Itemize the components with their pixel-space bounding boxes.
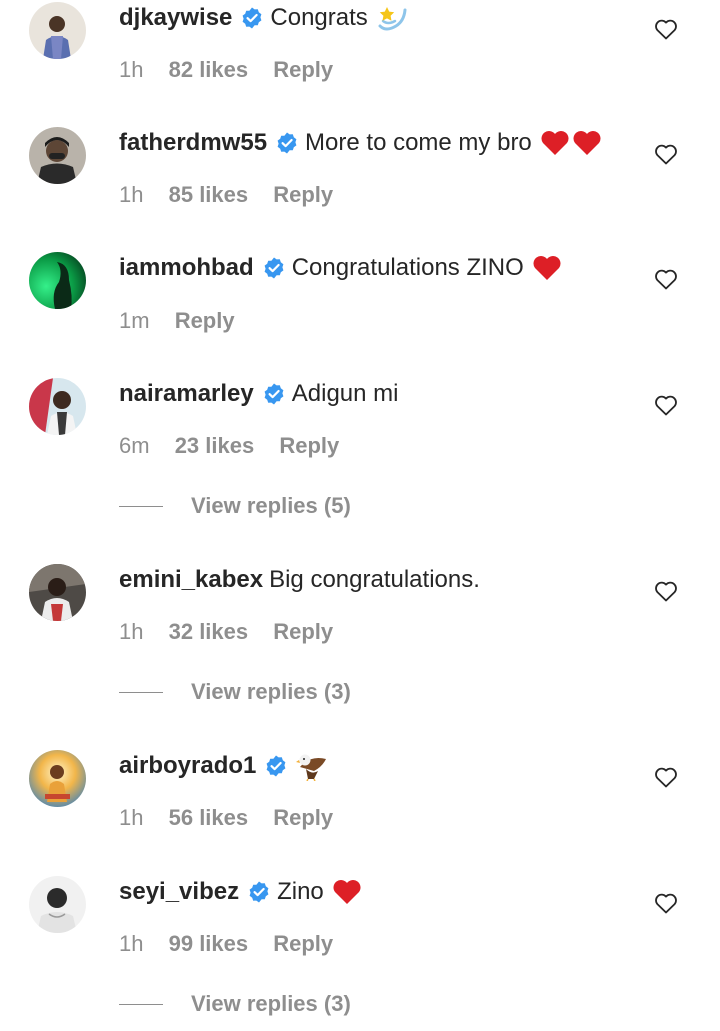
comment-time: 1h <box>119 57 144 82</box>
comment-time: 1h <box>119 619 144 644</box>
verified-badge-icon <box>275 131 299 155</box>
username[interactable]: nairamarley <box>119 378 254 410</box>
red-heart-emoji <box>572 130 602 156</box>
comment-item: fatherdmw55 More to come my bro 1h 85 li… <box>0 127 720 227</box>
comment-text: More to come my bro <box>305 129 532 156</box>
comment-text: Zino <box>277 878 324 905</box>
reply-button[interactable]: Reply <box>279 433 339 458</box>
comment-item: seyi_vibez Zino 1h 99 likes Reply View r… <box>0 876 720 1026</box>
comment-item: iammohbad Congratulations ZINO 1m Reply <box>0 252 720 352</box>
comment-meta: 1h 85 likes Reply <box>119 181 352 209</box>
comment-text: Adigun mi <box>291 380 399 407</box>
avatar[interactable] <box>29 252 86 309</box>
comment-time: 1h <box>119 182 144 207</box>
username[interactable]: djkaywise <box>119 2 232 34</box>
comment-text: Congrats <box>270 4 368 31</box>
comment-meta: 1m Reply <box>119 307 254 335</box>
view-replies-button[interactable]: View replies (3) <box>119 678 351 706</box>
comment-meta: 6m 23 likes Reply <box>119 432 358 460</box>
username[interactable]: seyi_vibez <box>119 876 239 908</box>
comment-text-line: emini_kabex Big congratulations. <box>119 564 480 596</box>
view-replies-label: View replies (5) <box>191 493 351 518</box>
divider <box>119 1003 163 1005</box>
username[interactable]: iammohbad <box>119 252 254 284</box>
comment-text-line: airboyrado1 <box>119 750 328 782</box>
dizzy-star-emoji <box>376 4 408 32</box>
comment-text: Big congratulations. <box>269 566 480 593</box>
comment-text-line: nairamarley Adigun mi <box>119 378 399 410</box>
red-heart-emoji <box>332 879 362 905</box>
reply-button[interactable]: Reply <box>273 931 333 956</box>
like-count[interactable]: 23 likes <box>175 433 255 458</box>
comment-item: emini_kabex Big congratulations. 1h 32 l… <box>0 564 720 714</box>
username[interactable]: fatherdmw55 <box>119 127 267 159</box>
reply-button[interactable]: Reply <box>273 619 333 644</box>
reply-button[interactable]: Reply <box>273 57 333 82</box>
eagle-emoji <box>296 751 328 781</box>
divider <box>119 505 163 507</box>
comment-item: airboyrado1 1h 56 likes Reply <box>0 750 720 850</box>
avatar[interactable] <box>29 564 86 621</box>
view-replies-label: View replies (3) <box>191 679 351 704</box>
view-replies-button[interactable]: View replies (3) <box>119 990 351 1018</box>
comment-text-line: seyi_vibez Zino <box>119 876 362 908</box>
reply-button[interactable]: Reply <box>273 805 333 830</box>
heart-outline-icon[interactable] <box>654 143 678 165</box>
verified-badge-icon <box>264 754 288 778</box>
heart-outline-icon[interactable] <box>654 580 678 602</box>
avatar[interactable] <box>29 750 86 807</box>
avatar[interactable] <box>29 378 86 435</box>
verified-badge-icon <box>262 256 286 280</box>
heart-outline-icon[interactable] <box>654 268 678 290</box>
avatar[interactable] <box>29 876 86 933</box>
red-heart-emoji <box>532 255 562 281</box>
comment-item: nairamarley Adigun mi 6m 23 likes Reply … <box>0 378 720 528</box>
heart-outline-icon[interactable] <box>654 892 678 914</box>
comment-text: Congratulations ZINO <box>291 254 524 281</box>
like-count[interactable]: 32 likes <box>169 619 249 644</box>
comment-time: 1h <box>119 931 144 956</box>
like-count[interactable]: 99 likes <box>169 931 249 956</box>
heart-outline-icon[interactable] <box>654 394 678 416</box>
red-heart-emoji <box>540 130 570 156</box>
comment-text-line: fatherdmw55 More to come my bro <box>119 127 602 159</box>
username[interactable]: emini_kabex <box>119 564 263 596</box>
divider <box>119 691 163 693</box>
like-count[interactable]: 85 likes <box>169 182 249 207</box>
comment-text-line: iammohbad Congratulations ZINO <box>119 252 562 284</box>
verified-badge-icon <box>240 6 264 30</box>
comment-item: djkaywise Congrats 1h 82 likes Reply <box>0 2 720 102</box>
avatar[interactable] <box>29 2 86 59</box>
reply-button[interactable]: Reply <box>175 308 235 333</box>
comment-meta: 1h 32 likes Reply <box>119 618 352 646</box>
comment-time: 1h <box>119 805 144 830</box>
verified-badge-icon <box>247 880 271 904</box>
comment-meta: 1h 82 likes Reply <box>119 56 352 84</box>
username[interactable]: airboyrado1 <box>119 750 256 782</box>
reply-button[interactable]: Reply <box>273 182 333 207</box>
avatar[interactable] <box>29 127 86 184</box>
view-replies-label: View replies (3) <box>191 991 351 1016</box>
like-count[interactable]: 56 likes <box>169 805 249 830</box>
comment-text-line: djkaywise Congrats <box>119 2 408 34</box>
comment-time: 6m <box>119 433 150 458</box>
heart-outline-icon[interactable] <box>654 18 678 40</box>
comment-meta: 1h 56 likes Reply <box>119 804 352 832</box>
verified-badge-icon <box>262 382 286 406</box>
comment-time: 1m <box>119 308 150 333</box>
heart-outline-icon[interactable] <box>654 766 678 788</box>
comment-meta: 1h 99 likes Reply <box>119 930 352 958</box>
view-replies-button[interactable]: View replies (5) <box>119 492 351 520</box>
like-count[interactable]: 82 likes <box>169 57 249 82</box>
